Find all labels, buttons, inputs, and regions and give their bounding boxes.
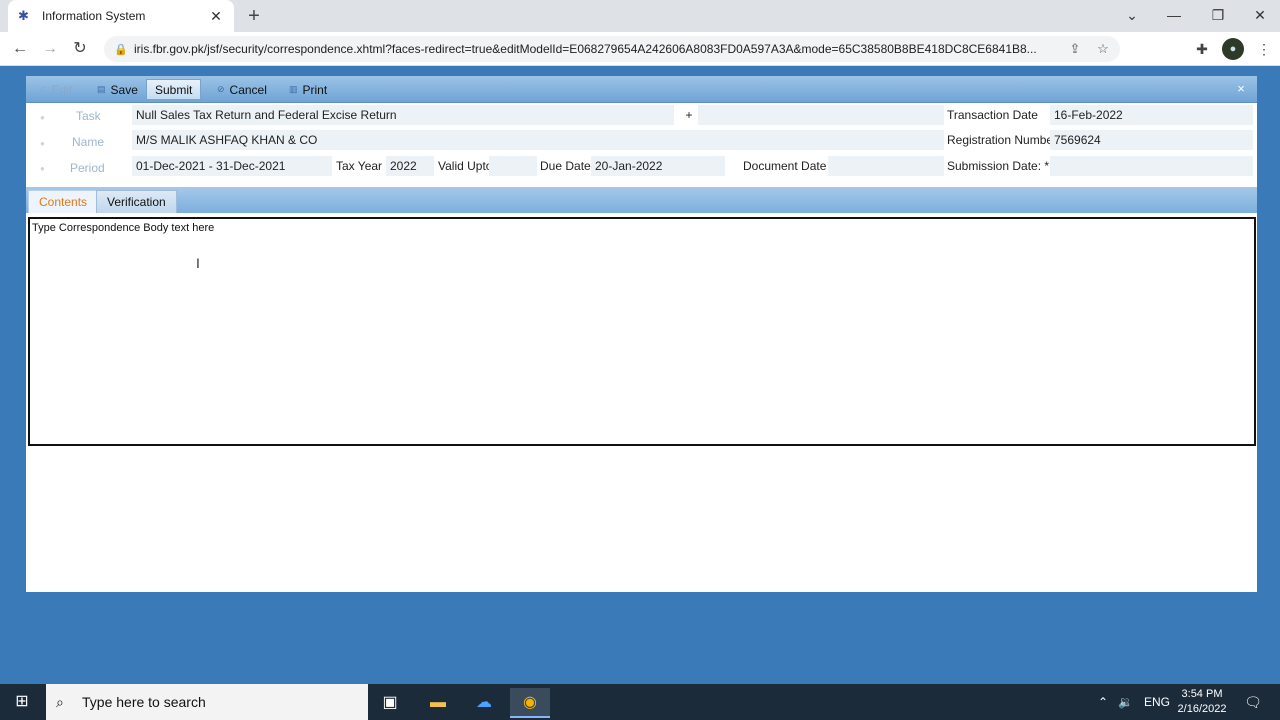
notifications-icon[interactable]: 🗨 (1242, 692, 1264, 712)
chrome-icon[interactable]: ◉ (510, 688, 550, 718)
browser-toolbar: ← → ↻ 🔒 iris.fbr.gov.pk/jsf/security/cor… (0, 32, 1280, 66)
save-button[interactable]: ▤ Save (88, 79, 147, 100)
tab-verification[interactable]: Verification (96, 190, 177, 213)
favicon-icon: ✱ (18, 8, 29, 23)
tab-search-icon[interactable]: ⌄ (1110, 0, 1154, 30)
task-add-button[interactable]: + (682, 105, 696, 125)
new-tab-button[interactable]: + (244, 4, 264, 28)
url-text[interactable]: iris.fbr.gov.pk/jsf/security/corresponde… (134, 42, 1064, 56)
tab-title: Information System (42, 9, 146, 23)
task-label: Task (76, 109, 101, 123)
tray-chevron-icon[interactable]: ⌃ (1098, 694, 1108, 710)
tax-year-field[interactable]: 2022 (386, 156, 434, 176)
task-dot-icon: ● (40, 113, 45, 122)
lock-icon[interactable]: 🔒 (114, 43, 128, 56)
save-icon: ▤ (97, 84, 106, 94)
onedrive-icon[interactable]: ☁ (464, 688, 504, 718)
address-bar[interactable]: 🔒 iris.fbr.gov.pk/jsf/security/correspon… (104, 36, 1120, 62)
document-date-field[interactable] (828, 156, 944, 176)
valid-upto-label: Valid Upto (438, 159, 493, 173)
browser-tabstrip: ✱ Information System ✕ + ⌄ — ❐ ✕ (0, 0, 1280, 32)
taskbar: ⊞ ⌕ Type here to search ▣ ▬ ☁ ◉ ⌃ 🔉 ENG … (0, 684, 1280, 720)
language-indicator[interactable]: ENG (1144, 694, 1170, 710)
taskbar-search[interactable]: ⌕ Type here to search (46, 684, 368, 720)
task-extra-field[interactable] (698, 105, 944, 125)
period-dot-icon: ● (40, 164, 45, 173)
tax-year-label: Tax Year (336, 159, 383, 173)
edit-icon: ✓ (39, 84, 47, 94)
correspondence-body-editor[interactable]: Type Correspondence Body text here (28, 217, 1256, 446)
extensions-icon[interactable]: ✚ (1190, 38, 1214, 60)
windows-start-icon[interactable]: ⊞ (8, 692, 36, 712)
clock[interactable]: 3:54 PM 2/16/2022 (1170, 687, 1234, 717)
name-field[interactable]: M/S MALIK ASHFAQ KHAN & CO (132, 130, 944, 150)
bookmark-star-icon[interactable]: ☆ (1092, 41, 1114, 57)
app-window: ✓ Edit ▤ Save Submit ⊘ Cancel ▥ Print × … (26, 76, 1257, 592)
menu-icon[interactable]: ⋮ (1252, 38, 1276, 60)
share-icon[interactable]: ⇪ (1064, 41, 1086, 57)
submission-date-label: Submission Date: * (947, 159, 1050, 173)
task-view-icon[interactable]: ▣ (370, 688, 410, 718)
search-placeholder: Type here to search (82, 694, 206, 710)
edit-button[interactable]: ✓ Edit (30, 79, 81, 100)
app-close-icon[interactable]: × (1233, 80, 1249, 98)
window-close-icon[interactable]: ✕ (1238, 0, 1280, 30)
task-field[interactable]: Null Sales Tax Return and Federal Excise… (132, 105, 674, 125)
submission-date-field[interactable] (1050, 156, 1253, 176)
restore-icon[interactable]: ❐ (1196, 0, 1240, 30)
transaction-date-field[interactable]: 16-Feb-2022 (1050, 105, 1253, 125)
document-date-label: Document Date (743, 159, 827, 173)
clock-time: 3:54 PM (1181, 688, 1223, 700)
print-button[interactable]: ▥ Print (280, 79, 336, 100)
volume-icon[interactable]: 🔉 (1118, 694, 1133, 710)
minimize-icon[interactable]: — (1152, 0, 1196, 30)
reload-icon[interactable]: ↻ (68, 38, 92, 60)
name-label: Name (72, 135, 105, 149)
browser-tab[interactable]: ✱ Information System ✕ (8, 0, 234, 32)
clock-date: 2/16/2022 (1177, 703, 1227, 715)
due-date-label: Due Date (540, 159, 591, 173)
forward-icon[interactable]: → (38, 38, 62, 60)
text-cursor-icon: I (196, 255, 200, 271)
print-icon: ▥ (289, 84, 298, 94)
search-icon: ⌕ (56, 693, 64, 710)
registration-number-label: Registration Number (947, 133, 1058, 147)
correspondence-form: ● Task Null Sales Tax Return and Federal… (26, 103, 1257, 187)
due-date-field[interactable]: 20-Jan-2022 (591, 156, 725, 176)
profile-avatar[interactable]: ● (1222, 38, 1244, 60)
back-icon[interactable]: ← (8, 38, 32, 60)
cancel-icon: ⊘ (217, 84, 225, 94)
period-field[interactable]: 01-Dec-2021 - 31-Dec-2021 (132, 156, 332, 176)
valid-upto-field[interactable] (489, 156, 537, 176)
transaction-date-label: Transaction Date (947, 108, 1038, 122)
name-dot-icon: ● (40, 139, 45, 148)
action-toolbar: ✓ Edit ▤ Save Submit ⊘ Cancel ▥ Print × (26, 76, 1257, 103)
tab-contents[interactable]: Contents (28, 190, 99, 213)
submit-button[interactable]: Submit (146, 79, 202, 100)
content-tabs: Contents Verification (26, 187, 1257, 213)
registration-number-field[interactable]: 7569624 (1050, 130, 1253, 150)
tab-close-icon[interactable]: ✕ (208, 8, 224, 25)
period-label: Period (70, 161, 105, 175)
file-explorer-icon[interactable]: ▬ (418, 688, 458, 718)
cancel-button[interactable]: ⊘ Cancel (208, 79, 276, 100)
